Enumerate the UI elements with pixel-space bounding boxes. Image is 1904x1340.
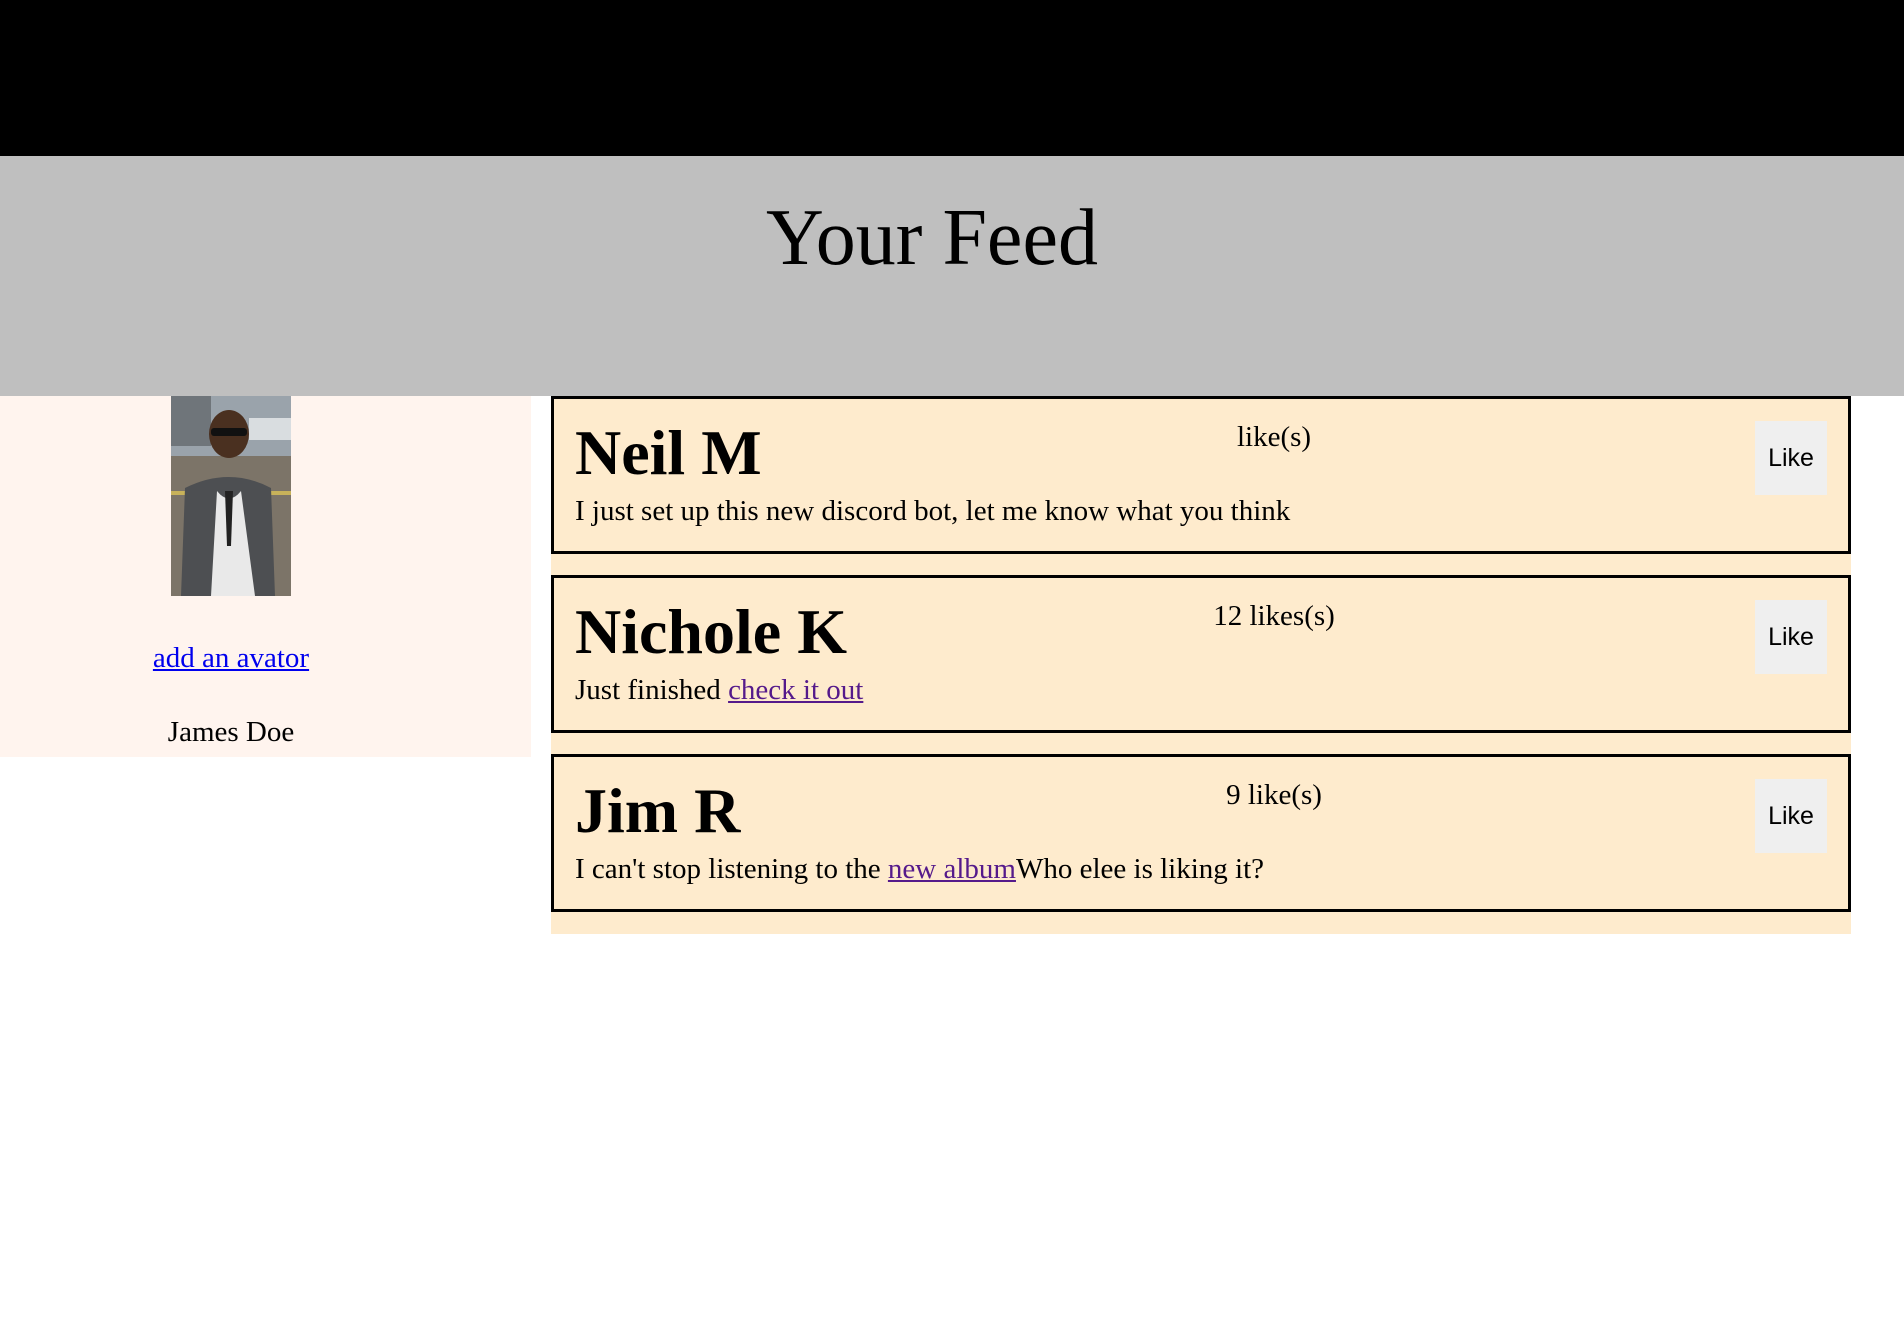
post-author: Neil M	[575, 417, 762, 488]
post-body: Just finished check it out	[575, 674, 863, 707]
feed-post: Nichole K 12 likes(s) Just finished chec…	[551, 575, 1851, 733]
add-avatar-link[interactable]: add an avator	[0, 642, 462, 675]
post-text: I can't stop listening to the	[575, 853, 888, 885]
post-like-count: 9 like(s)	[1226, 779, 1322, 811]
avatar	[171, 396, 291, 596]
post-body: I just set up this new discord bot, let …	[575, 495, 1290, 528]
like-button[interactable]: Like	[1755, 600, 1827, 674]
feed-post: Neil M like(s) I just set up this new di…	[551, 396, 1851, 554]
post-like-count: 12 likes(s)	[1213, 600, 1335, 632]
post-text-after: Who elee is liking it?	[1015, 853, 1265, 885]
user-name: James Doe	[167, 716, 295, 748]
profile-sidebar: add an avator James Doe	[0, 396, 531, 757]
top-bar	[0, 0, 1904, 156]
post-body: I can't stop listening to the new albumW…	[575, 853, 1264, 886]
post-link[interactable]: new album	[888, 853, 1016, 885]
page-header: Your Feed	[0, 156, 1904, 396]
post-text: Just finished	[575, 674, 729, 706]
like-button[interactable]: Like	[1755, 421, 1827, 495]
avatar-photo	[171, 396, 291, 596]
like-button[interactable]: Like	[1755, 779, 1827, 853]
feed-list: Neil M like(s) I just set up this new di…	[551, 396, 1851, 934]
feed-post: Jim R 9 like(s) I can't stop listening t…	[551, 754, 1851, 912]
post-like-count: like(s)	[1236, 421, 1312, 453]
post-author: Nichole K	[575, 596, 847, 667]
post-author: Jim R	[575, 775, 741, 846]
page-title: Your Feed	[766, 194, 1098, 282]
post-link[interactable]: check it out	[728, 674, 863, 706]
post-text: I just set up this new discord bot, let …	[575, 495, 1291, 527]
